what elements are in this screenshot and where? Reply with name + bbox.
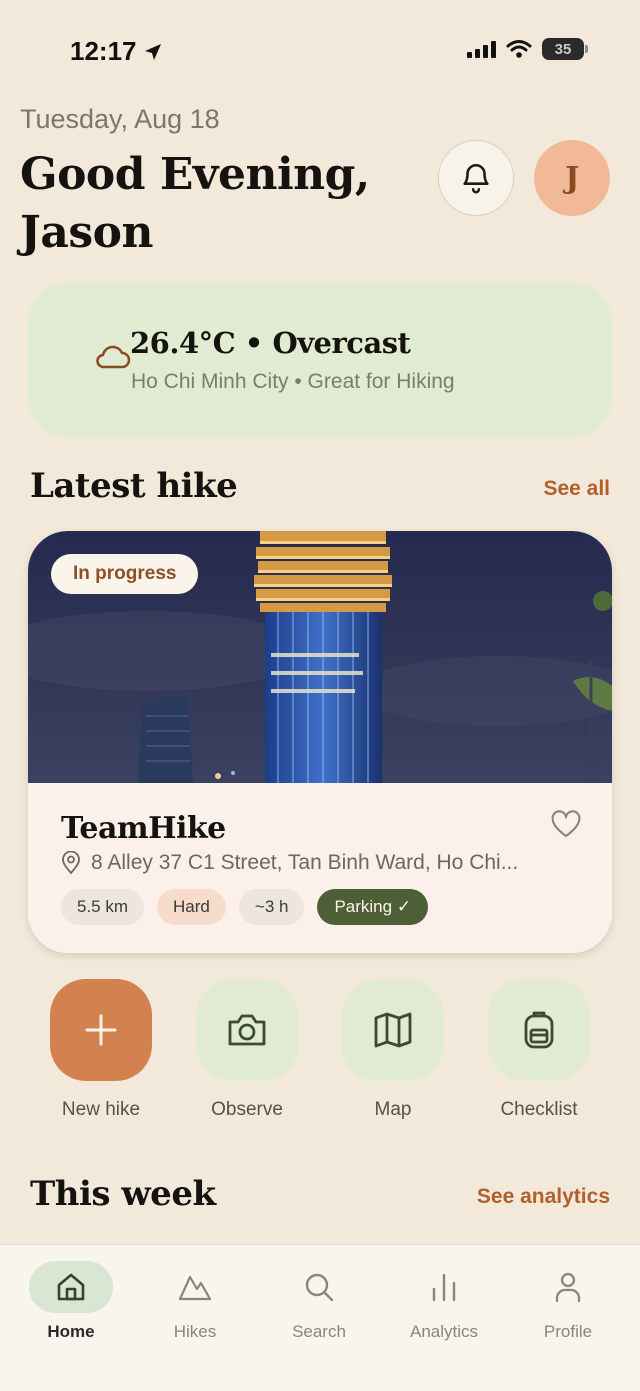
search-icon	[305, 1273, 334, 1302]
hike-chips: 5.5 km Hard ~3 h Parking ✓	[61, 889, 429, 925]
tab-search-icon-wrap	[264, 1261, 374, 1313]
bell-icon	[463, 164, 489, 194]
map-icon	[374, 1012, 412, 1048]
see-all-link[interactable]: See all	[543, 477, 610, 501]
new-hike-label: New hike	[61, 1099, 141, 1120]
location-arrow-icon	[144, 43, 161, 60]
tab-analytics-icon-wrap	[389, 1261, 499, 1313]
tab-search-label: Search	[292, 1322, 346, 1341]
cloud-icon	[96, 345, 131, 369]
plus-icon	[85, 1014, 117, 1046]
map-tile[interactable]	[342, 979, 444, 1081]
checklist-tile[interactable]	[488, 979, 590, 1081]
tab-hikes-icon-wrap	[140, 1261, 250, 1313]
camera-icon	[228, 1014, 266, 1046]
tab-profile-icon-wrap	[513, 1261, 623, 1313]
avatar[interactable]: J	[534, 140, 610, 216]
hike-name: TeamHike	[61, 811, 226, 846]
new-hike-tile[interactable]	[50, 979, 152, 1081]
status-time: 12:17	[70, 36, 163, 67]
avatar-initial: J	[565, 160, 579, 196]
map-button[interactable]: Map	[342, 979, 444, 1121]
weather-subtitle: Ho Chi Minh City • Great for Hiking	[131, 370, 455, 393]
tab-analytics-label: Analytics	[409, 1322, 479, 1341]
mountain-icon	[178, 1275, 212, 1301]
tab-hikes[interactable]: Hikes	[140, 1261, 250, 1342]
observe-button[interactable]: Observe	[196, 979, 298, 1121]
tab-search[interactable]: Search	[264, 1261, 374, 1342]
difficulty-chip: Hard	[157, 889, 226, 925]
see-analytics-link[interactable]: See analytics	[477, 1185, 610, 1209]
observe-tile[interactable]	[196, 979, 298, 1081]
tab-home-label: Home	[47, 1322, 95, 1341]
latest-hike-card[interactable]: In progress TeamHike 8 Alley 37 C1 Stree…	[28, 531, 612, 953]
tab-bar: Home Hikes Search Analytics Profile	[0, 1244, 640, 1391]
this-week-heading: This week	[30, 1174, 216, 1214]
date-label: Tuesday, Aug 18	[20, 104, 220, 134]
latest-hike-heading: Latest hike	[30, 466, 238, 506]
person-icon	[555, 1272, 581, 1303]
weather-card[interactable]	[28, 283, 612, 437]
tab-home-indicator	[29, 1261, 113, 1313]
hike-address: 8 Alley 37 C1 Street, Tan Binh Ward, Ho …	[61, 851, 518, 875]
wifi-icon	[506, 40, 532, 58]
tab-profile[interactable]: Profile	[513, 1261, 623, 1342]
tab-analytics[interactable]: Analytics	[389, 1261, 499, 1342]
status-indicators: 35	[467, 38, 588, 60]
heart-icon[interactable]	[550, 809, 582, 839]
parking-chip: Parking ✓	[317, 889, 429, 925]
tab-hikes-label: Hikes	[173, 1322, 217, 1341]
map-label: Map	[374, 1099, 412, 1120]
cellular-signal-icon	[467, 40, 496, 58]
checklist-button[interactable]: Checklist	[488, 979, 590, 1121]
notifications-button[interactable]	[438, 140, 514, 216]
battery-icon: 35	[542, 38, 588, 60]
hike-address-text: 8 Alley 37 C1 Street, Tan Binh Ward, Ho …	[91, 851, 519, 874]
backpack-icon	[524, 1011, 554, 1049]
bar-chart-icon	[432, 1273, 456, 1302]
greeting-title: Good Evening, Jason	[20, 149, 370, 258]
location-pin-icon	[62, 851, 80, 875]
observe-label: Observe	[211, 1099, 283, 1120]
new-hike-button[interactable]: New hike	[50, 979, 152, 1121]
duration-chip: ~3 h	[238, 889, 305, 925]
tab-profile-label: Profile	[543, 1322, 593, 1341]
distance-chip: 5.5 km	[61, 889, 145, 925]
status-bar: 12:17 35	[0, 0, 640, 100]
checklist-label: Checklist	[500, 1099, 578, 1120]
battery-level: 35	[554, 40, 572, 58]
home-icon	[57, 1273, 85, 1301]
tab-home[interactable]: Home	[16, 1261, 126, 1342]
status-time-text: 12:17	[70, 36, 137, 66]
weather-title: 26.4°C • Overcast	[130, 326, 411, 360]
status-badge: In progress	[51, 554, 199, 594]
